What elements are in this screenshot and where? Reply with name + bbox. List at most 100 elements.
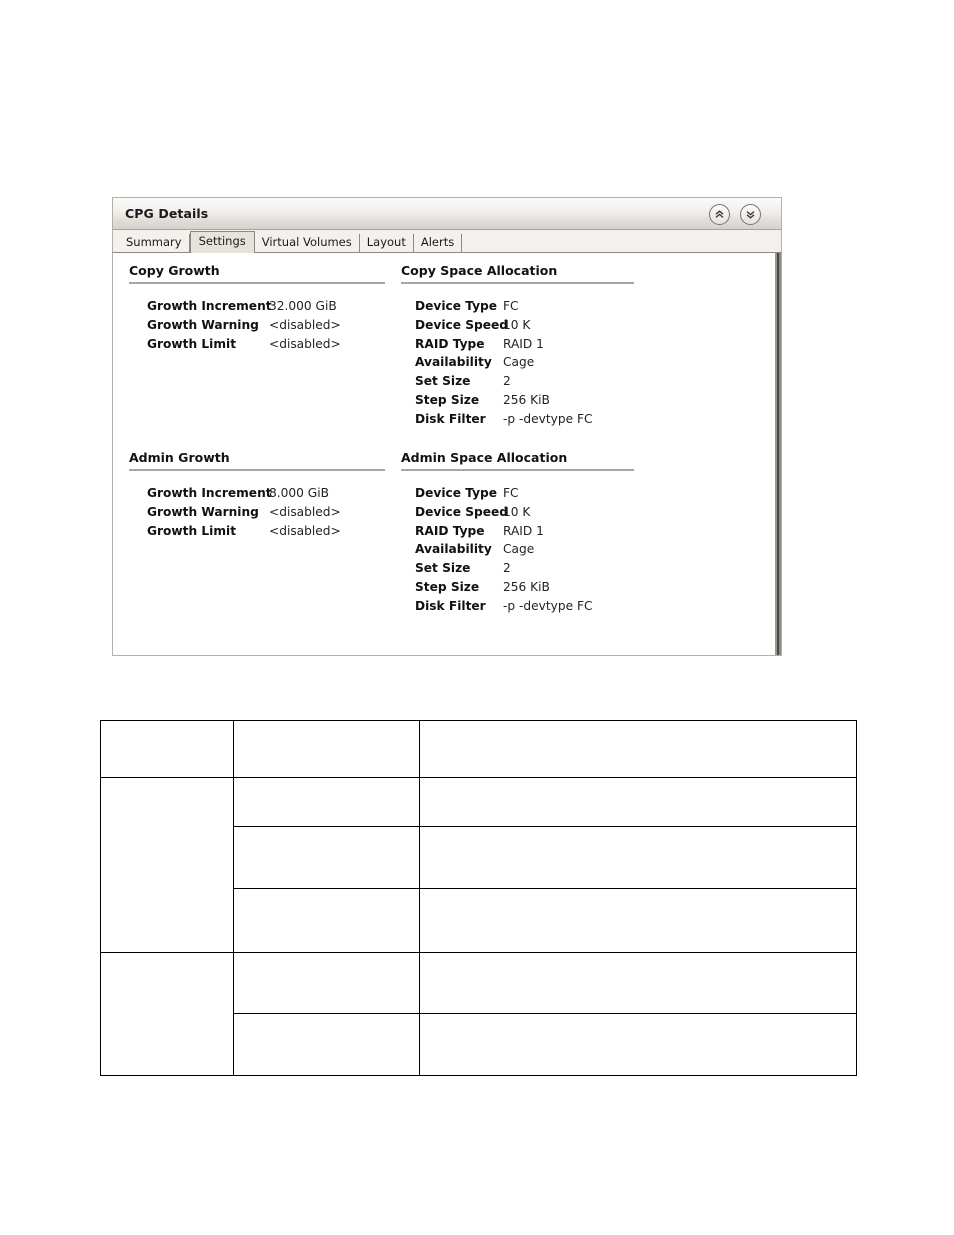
list-item: Growth Warning <disabled> [129, 316, 385, 335]
field-value: 256 KiB [503, 579, 550, 594]
field-label: Disk Filter [415, 411, 486, 426]
panel-title: CPG Details [125, 206, 209, 221]
admin-growth-list: Growth Increment 8.000 GiB Growth Warnin… [129, 484, 385, 540]
table-cell [419, 720, 857, 778]
copy-space-allocation-heading: Copy Space Allocation [401, 263, 558, 278]
field-value: 10 K [503, 504, 531, 519]
table-cell [233, 720, 420, 778]
field-value: <disabled> [269, 504, 341, 519]
expand-button[interactable] [740, 204, 761, 225]
table-cell [100, 952, 234, 1076]
tab-summary[interactable]: Summary [119, 234, 190, 252]
field-value: Cage [503, 542, 535, 557]
field-value: RAID 1 [503, 336, 544, 351]
table-cell [233, 777, 420, 827]
panel-titlebar: CPG Details [112, 197, 782, 230]
field-label: Availability [415, 542, 492, 557]
field-label: RAID Type [415, 336, 485, 351]
field-value: 2 [503, 561, 511, 576]
admin-space-allocation-list: Device Type FC Device Speed 10 K RAID Ty… [401, 484, 634, 616]
list-item: Step Size 256 KiB [401, 578, 634, 597]
table-cell [100, 777, 234, 953]
table-row [100, 777, 857, 953]
admin-growth-heading: Admin Growth [129, 450, 230, 465]
list-item: Availability Cage [401, 353, 634, 372]
table-cell [419, 777, 857, 827]
field-label: Set Size [415, 374, 471, 389]
list-item: Device Speed 10 K [401, 503, 634, 522]
double-chevron-down-icon [745, 209, 756, 220]
copy-space-allocation-rule [401, 282, 634, 284]
field-label: Set Size [415, 561, 471, 576]
copy-space-allocation-section: Copy Space Allocation Device Type FC Dev… [401, 263, 634, 429]
list-item: Set Size 2 [401, 559, 634, 578]
list-item: Availability Cage [401, 540, 634, 559]
double-chevron-up-icon [714, 209, 725, 220]
collapse-button[interactable] [709, 204, 730, 225]
copy-growth-heading: Copy Growth [129, 263, 220, 278]
field-value: <disabled> [269, 336, 341, 351]
table-row [100, 952, 857, 1076]
table-cell [419, 826, 857, 889]
table-row [100, 720, 857, 778]
list-item: Device Type FC [401, 484, 634, 503]
field-value: -p -devtype FC [503, 411, 593, 426]
field-value: 32.000 GiB [269, 299, 337, 313]
list-item: Growth Limit <disabled> [129, 522, 385, 541]
list-item: Device Speed 10 K [401, 316, 634, 335]
field-label: Growth Warning [147, 504, 259, 519]
list-item: Growth Limit <disabled> [129, 335, 385, 354]
field-label: Device Type [415, 299, 498, 313]
table-cell [419, 952, 857, 1014]
table-cell [233, 952, 420, 1014]
list-item: Device Type FC [401, 297, 634, 316]
field-value: FC [503, 299, 519, 313]
field-value: 2 [503, 374, 511, 389]
admin-space-allocation-heading: Admin Space Allocation [401, 450, 568, 465]
titlebar-buttons [709, 204, 761, 225]
field-value: FC [503, 486, 519, 500]
copy-growth-rule [129, 282, 385, 284]
list-item: Step Size 256 KiB [401, 391, 634, 410]
field-label: Disk Filter [415, 598, 486, 613]
settings-tab-panel: Copy Growth Growth Increment 32.000 GiB … [112, 252, 782, 656]
admin-growth-section: Admin Growth Growth Increment 8.000 GiB … [129, 450, 385, 540]
field-label: Device Type [415, 486, 498, 500]
admin-growth-rule [129, 469, 385, 471]
list-item: Set Size 2 [401, 372, 634, 391]
copy-growth-list: Growth Increment 32.000 GiB Growth Warni… [129, 297, 385, 353]
admin-space-allocation-section: Admin Space Allocation Device Type FC De… [401, 450, 634, 616]
field-label: Device Speed [415, 317, 508, 332]
field-value: 10 K [503, 317, 531, 332]
table-cell [419, 888, 857, 953]
field-label: Step Size [415, 579, 480, 594]
field-value: Cage [503, 355, 535, 370]
field-value: 256 KiB [503, 392, 550, 407]
field-label: Growth Limit [147, 336, 237, 351]
field-value: 8.000 GiB [269, 486, 329, 500]
table-cell [100, 720, 234, 778]
field-label: RAID Type [415, 523, 485, 538]
tab-virtual-volumes[interactable]: Virtual Volumes [254, 234, 360, 252]
field-value: <disabled> [269, 317, 341, 332]
field-label: Growth Increment [147, 486, 272, 500]
field-label: Growth Increment [147, 299, 272, 313]
field-label: Growth Limit [147, 523, 237, 538]
panel-vertical-scrollbar[interactable] [773, 253, 781, 655]
list-item: RAID Type RAID 1 [401, 522, 634, 541]
list-item: RAID Type RAID 1 [401, 335, 634, 354]
field-value: -p -devtype FC [503, 598, 593, 613]
field-value: RAID 1 [503, 523, 544, 538]
tab-alerts[interactable]: Alerts [413, 234, 463, 252]
tab-settings[interactable]: Settings [189, 231, 255, 253]
field-label: Availability [415, 355, 492, 370]
tab-layout[interactable]: Layout [359, 234, 414, 252]
field-label: Step Size [415, 392, 480, 407]
list-item: Growth Increment 8.000 GiB [129, 484, 385, 503]
field-label: Device Speed [415, 504, 508, 519]
list-item: Growth Increment 32.000 GiB [129, 297, 385, 316]
list-item: Disk Filter -p -devtype FC [401, 410, 634, 429]
admin-space-allocation-rule [401, 469, 634, 471]
copy-space-allocation-list: Device Type FC Device Speed 10 K RAID Ty… [401, 297, 634, 429]
table-cell [233, 826, 420, 889]
